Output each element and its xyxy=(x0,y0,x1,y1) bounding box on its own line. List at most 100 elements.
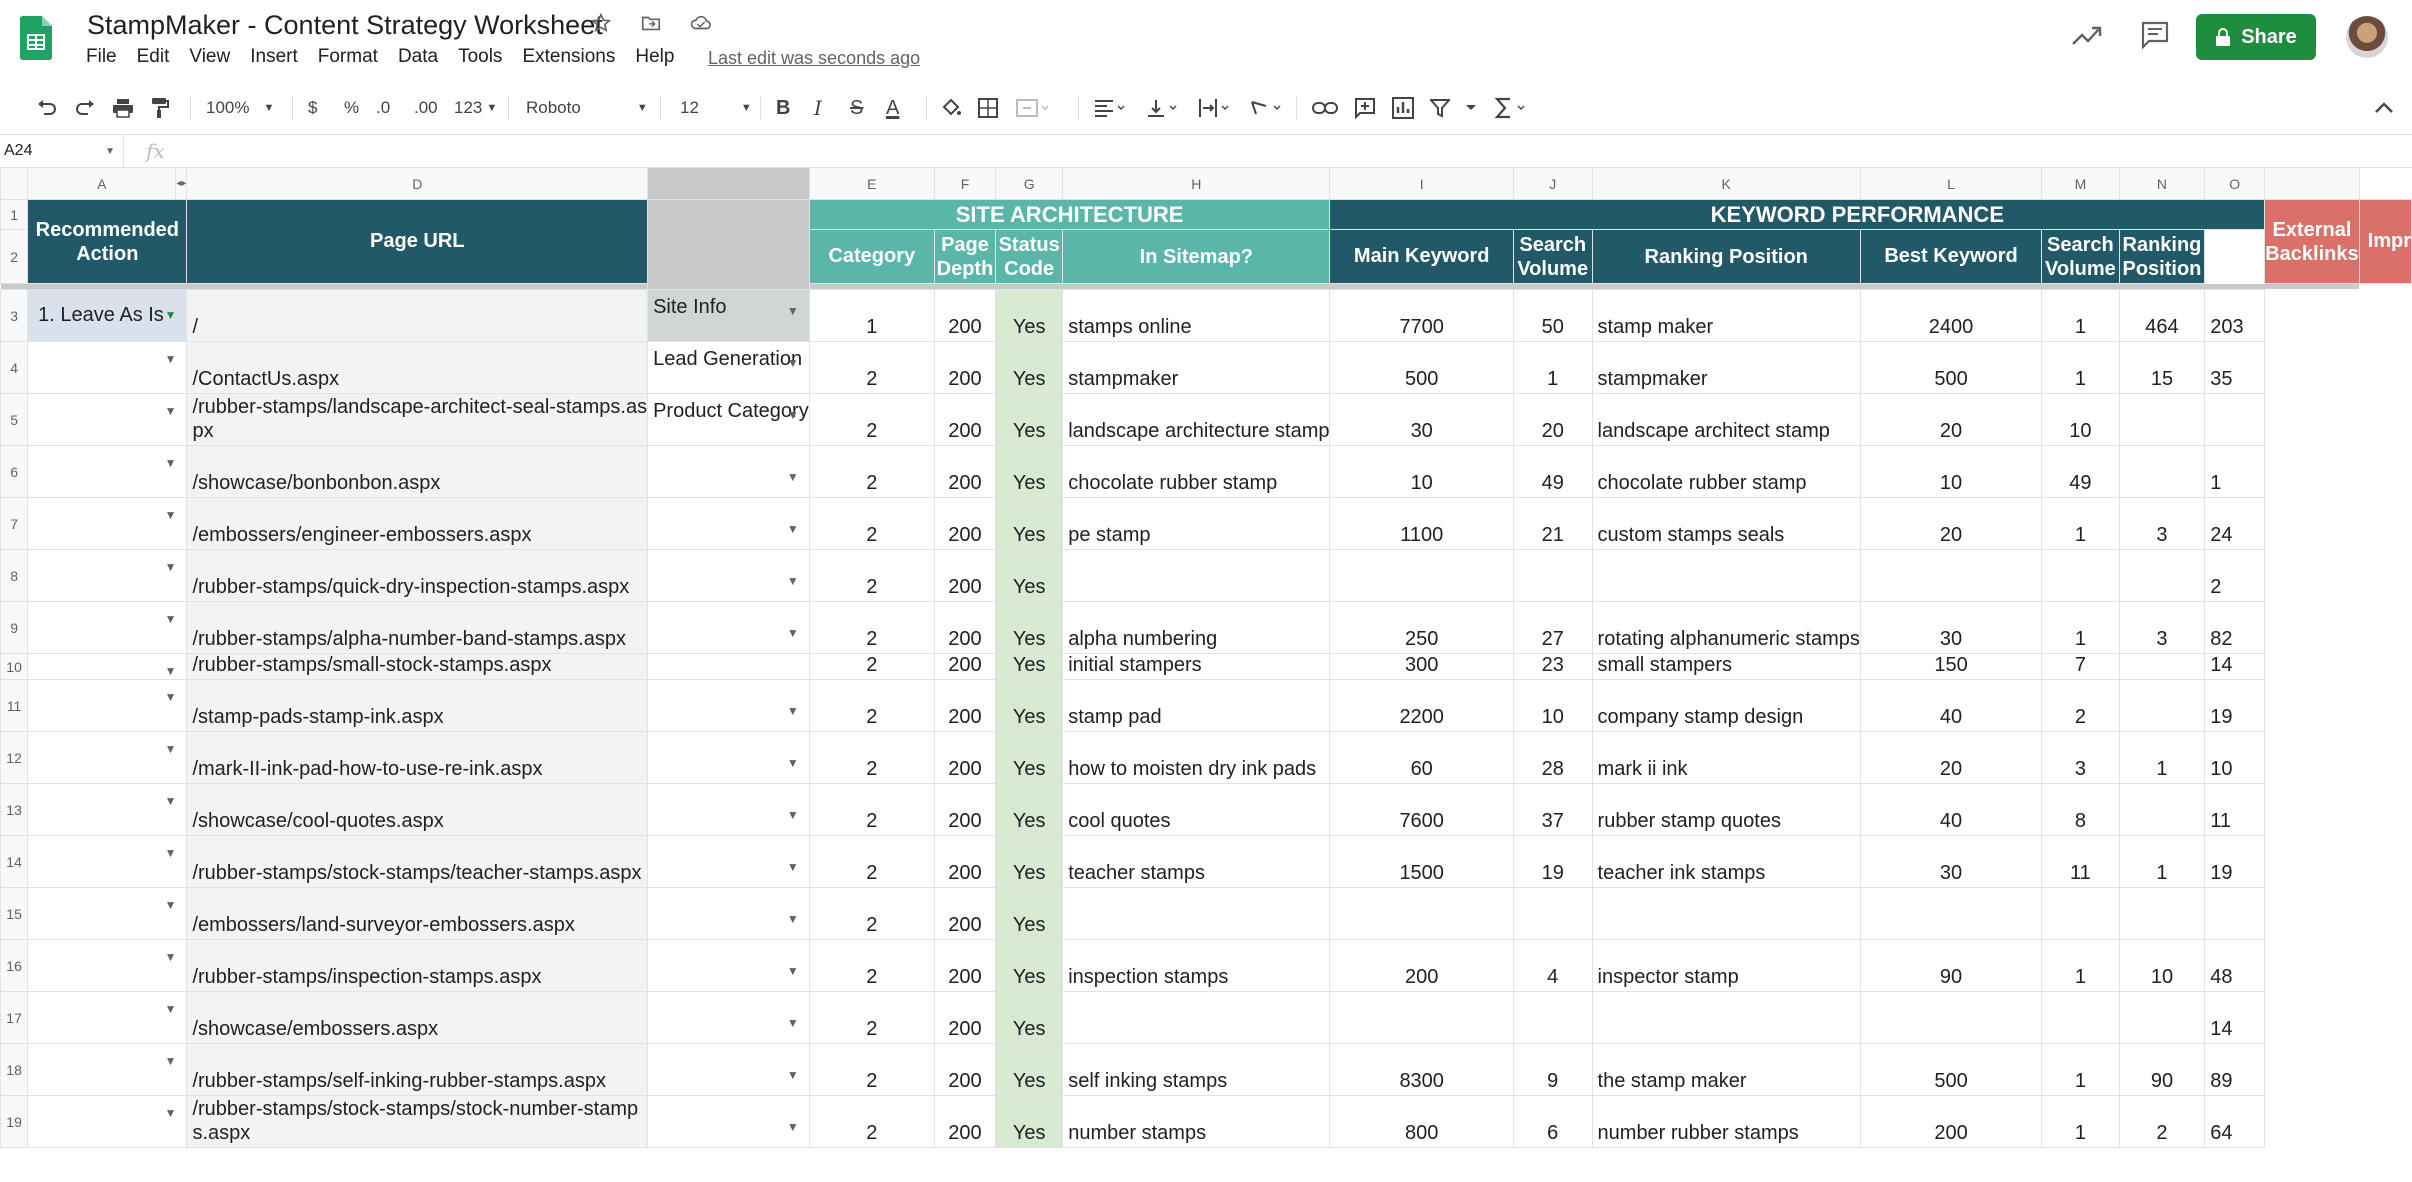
vertical-align-icon[interactable] xyxy=(1146,88,1180,128)
cell-page-depth[interactable]: 2 xyxy=(808,497,935,550)
cell-recommended-action[interactable]: ▼ xyxy=(27,835,188,888)
user-avatar[interactable] xyxy=(2346,16,2388,58)
row-number[interactable]: 7 xyxy=(0,497,29,550)
row-number[interactable]: 17 xyxy=(0,991,29,1044)
dropdown-arrow-icon[interactable]: ▼ xyxy=(787,304,799,318)
cell-status-code[interactable]: 200 xyxy=(933,289,997,342)
cell-search-volume[interactable]: 200 xyxy=(1329,939,1514,992)
cell-page-depth[interactable]: 2 xyxy=(808,445,935,498)
cell-in-sitemap[interactable]: Yes xyxy=(995,679,1064,732)
menu-insert[interactable]: Insert xyxy=(250,46,298,68)
menu-format[interactable]: Format xyxy=(318,46,378,68)
cell-main-keyword[interactable]: chocolate rubber stamp xyxy=(1062,445,1331,498)
cell-in-sitemap[interactable]: Yes xyxy=(995,497,1064,550)
cell-impressions[interactable]: 19 xyxy=(2204,835,2266,888)
cell-impressions[interactable]: 89 xyxy=(2204,1043,2266,1096)
cell-category[interactable]: ▼ xyxy=(647,731,810,784)
cell-status-code[interactable]: 200 xyxy=(933,1095,997,1148)
cell-search-volume[interactable] xyxy=(1329,549,1514,602)
cell-page-url[interactable]: /rubber-stamps/alpha-number-band-stamps.… xyxy=(186,601,649,654)
cell-ranking-position-best[interactable]: 10 xyxy=(2041,393,2120,446)
cell-ranking-position[interactable]: 9 xyxy=(1512,1043,1593,1096)
cell-page-url[interactable]: /rubber-stamps/stock-stamps/stock-number… xyxy=(186,1095,649,1148)
cell-search-volume-best[interactable]: 20 xyxy=(1859,731,2043,784)
cell-external-backlinks[interactable]: 1 xyxy=(2118,835,2206,888)
dropdown-arrow-icon[interactable]: ▼ xyxy=(787,704,799,718)
cell-impressions[interactable] xyxy=(2204,887,2266,940)
row-number[interactable]: 8 xyxy=(0,549,29,602)
cell-status-code[interactable]: 200 xyxy=(933,731,997,784)
cell-ranking-position[interactable]: 50 xyxy=(1512,289,1593,342)
cell-recommended-action[interactable]: ▼ xyxy=(27,1095,188,1148)
cell-main-keyword[interactable]: alpha numbering xyxy=(1062,601,1331,654)
cell-page-url[interactable]: /rubber-stamps/self-inking-rubber-stamps… xyxy=(186,1043,649,1096)
dropdown-arrow-icon[interactable]: ▼ xyxy=(787,574,799,588)
cell-category[interactable]: ▼ xyxy=(647,601,810,654)
header-best-keyword[interactable]: Best Keyword xyxy=(1859,229,2043,284)
dropdown-arrow-icon[interactable]: ▼ xyxy=(787,470,799,484)
cell-impressions[interactable]: 82 xyxy=(2204,601,2266,654)
cell-status-code[interactable]: 200 xyxy=(933,393,997,446)
cell-ranking-position[interactable] xyxy=(1512,991,1593,1044)
cell-search-volume[interactable]: 300 xyxy=(1329,653,1514,680)
dropdown-arrow-icon[interactable]: ▼ xyxy=(165,352,177,366)
row-number[interactable]: 9 xyxy=(0,601,29,654)
header-status-code[interactable]: Status Code xyxy=(995,229,1064,284)
cell-page-depth[interactable]: 2 xyxy=(808,731,935,784)
cell-best-keyword[interactable]: company stamp design xyxy=(1591,679,1861,732)
row-number[interactable]: 6 xyxy=(0,445,29,498)
cell-main-keyword[interactable] xyxy=(1062,991,1331,1044)
dropdown-arrow-icon[interactable]: ▼ xyxy=(165,456,177,470)
cell-search-volume[interactable]: 7700 xyxy=(1329,289,1514,342)
header-category[interactable]: Category xyxy=(808,229,935,284)
cell-search-volume-best[interactable]: 20 xyxy=(1859,393,2043,446)
cell-ranking-position[interactable]: 27 xyxy=(1512,601,1593,654)
cell-ranking-position[interactable]: 28 xyxy=(1512,731,1593,784)
cell-recommended-action[interactable]: ▼ xyxy=(27,549,188,602)
cell-main-keyword[interactable]: inspection stamps xyxy=(1062,939,1331,992)
cell-search-volume-best[interactable] xyxy=(1859,991,2043,1044)
cell-best-keyword[interactable]: teacher ink stamps xyxy=(1591,835,1861,888)
insert-comment-icon[interactable] xyxy=(1354,88,1376,128)
row-number[interactable]: 5 xyxy=(0,393,29,446)
cell-search-volume-best[interactable]: 500 xyxy=(1859,341,2043,394)
decrease-decimal-button[interactable]: .0 xyxy=(376,88,390,128)
cell-search-volume-best[interactable]: 40 xyxy=(1859,783,2043,836)
cell-ranking-position[interactable]: 1 xyxy=(1512,341,1593,394)
select-all-corner[interactable] xyxy=(0,167,29,200)
cell-search-volume-best[interactable]: 200 xyxy=(1859,1095,2043,1148)
cell-category[interactable]: ▼ xyxy=(647,939,810,992)
cell-ranking-position-best[interactable] xyxy=(2041,887,2120,940)
cell-recommended-action[interactable]: ▼ xyxy=(27,887,188,940)
hidden-columns-marker[interactable]: ◂▸ xyxy=(175,167,188,200)
document-title[interactable]: StampMaker - Content Strategy Worksheet xyxy=(87,10,603,41)
row-number[interactable]: 18 xyxy=(0,1043,29,1096)
cell-category[interactable]: ▼ xyxy=(647,783,810,836)
cell-in-sitemap[interactable]: Yes xyxy=(995,1095,1064,1148)
cell-page-depth[interactable]: 2 xyxy=(808,1043,935,1096)
cell-external-backlinks[interactable] xyxy=(2118,653,2206,680)
cell-external-backlinks[interactable] xyxy=(2118,445,2206,498)
dropdown-arrow-icon[interactable]: ▼ xyxy=(165,508,177,522)
dropdown-arrow-icon[interactable]: ▼ xyxy=(165,690,177,704)
spreadsheet-grid[interactable]: A ◂▸ D E F G H I J K L M N O 1 Recommend… xyxy=(0,167,2412,1182)
cell-impressions[interactable]: 48 xyxy=(2204,939,2266,992)
header-in-sitemap[interactable]: In Sitemap? xyxy=(1062,229,1331,284)
italic-button[interactable]: I xyxy=(814,88,822,128)
cell-page-depth[interactable]: 2 xyxy=(808,549,935,602)
more-formats-button[interactable]: 123 ▼ xyxy=(454,88,497,128)
cell-status-code[interactable]: 200 xyxy=(933,601,997,654)
cell-impressions[interactable]: 1 xyxy=(2204,445,2266,498)
cell-search-volume-best[interactable] xyxy=(1859,887,2043,940)
row-number[interactable]: 12 xyxy=(0,731,29,784)
cell-impressions[interactable]: 64 xyxy=(2204,1095,2266,1148)
cell-best-keyword[interactable]: rotating alphanumeric stamps xyxy=(1591,601,1861,654)
cell-external-backlinks[interactable]: 2 xyxy=(2118,1095,2206,1148)
cell-external-backlinks[interactable] xyxy=(2118,991,2206,1044)
cell-recommended-action[interactable]: ▼ xyxy=(27,601,188,654)
dropdown-arrow-icon[interactable]: ▼ xyxy=(165,950,177,964)
cell-page-url[interactable]: /rubber-stamps/inspection-stamps.aspx xyxy=(186,939,649,992)
text-wrapping-icon[interactable] xyxy=(1198,88,1232,128)
cell-status-code[interactable]: 200 xyxy=(933,341,997,394)
header-keyword-performance[interactable]: KEYWORD PERFORMANCE xyxy=(1329,199,2266,230)
